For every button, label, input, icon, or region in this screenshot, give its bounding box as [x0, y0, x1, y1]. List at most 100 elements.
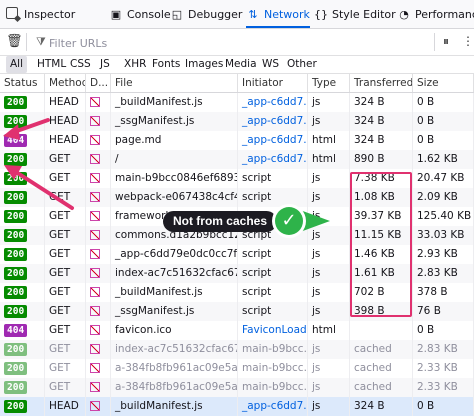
type-filter-fonts[interactable]: Fonts — [152, 56, 180, 73]
filter-bar: 🗑 ⧩ ⏸ ⋮ — [0, 29, 474, 56]
status-badge: 200 — [4, 229, 28, 242]
file-cell: _buildManifest.js — [111, 93, 238, 112]
column-header-5[interactable]: Type — [308, 74, 350, 92]
file-cell: page.md — [111, 131, 238, 150]
type-filter-other[interactable]: Other — [287, 56, 317, 73]
size-cell: 0 B — [413, 321, 474, 340]
devtools-toolbar: Inspector ▣ Console ◱ Debugger ⇅ Network {} Styl… — [0, 0, 474, 29]
domain-cell — [86, 131, 111, 150]
type-filter-all[interactable]: All — [6, 56, 28, 73]
table-row[interactable]: 200 HEAD _buildManifest.js _app-c6dd7... js 3… — [0, 397, 474, 416]
tab-label: Network — [264, 8, 310, 21]
type-filter-media[interactable]: Media — [225, 56, 257, 73]
status-badge: 200 — [4, 400, 28, 413]
insecure-icon — [90, 116, 100, 126]
insecure-icon — [90, 230, 100, 240]
type-cell: js — [308, 93, 350, 112]
insecure-icon — [90, 135, 100, 145]
size-cell: 2.09 KB — [413, 188, 474, 207]
initiator-cell: main-b9bcc... — [238, 359, 308, 378]
method-cell: GET — [45, 302, 86, 321]
pause-icon[interactable]: ⏸ — [443, 34, 449, 49]
initiator-cell: script — [238, 302, 308, 321]
style-editor-icon: {} — [314, 8, 328, 21]
type-filter-css[interactable]: CSS — [70, 56, 91, 73]
file-cell: main-b9bcc0846ef6893045f — [111, 169, 238, 188]
debugger-icon: ◱ — [171, 8, 183, 21]
type-cell: js — [308, 340, 350, 359]
type-filter-html[interactable]: HTML — [37, 56, 66, 73]
tab-inspector[interactable]: Inspector — [24, 0, 75, 28]
performance-icon: ◔ — [399, 8, 409, 21]
tab-label: Inspector — [24, 8, 76, 21]
tab-style-editor[interactable]: {} Style Editor — [314, 0, 396, 28]
insecure-icon — [90, 344, 100, 354]
method-cell: GET — [45, 283, 86, 302]
tab-performance[interactable]: ◔ Performance — [397, 0, 474, 28]
method-cell: HEAD — [45, 397, 86, 416]
status-badge: 200 — [4, 96, 28, 109]
table-row[interactable]: 404 GET favicon.icoFaviconLoad...html 0 B — [0, 321, 474, 340]
tab-network[interactable]: ⇅ Network — [246, 0, 310, 28]
domain-cell — [86, 359, 111, 378]
size-cell: 2.33 KB — [413, 378, 474, 397]
tab-console[interactable]: ▣ Console — [109, 0, 171, 28]
method-cell: GET — [45, 226, 86, 245]
size-cell: 0 B — [413, 397, 474, 416]
table-row[interactable]: 200 GET a-384fb8fb961ac09e5afd.jsmain-b9bc… — [0, 378, 474, 397]
type-filter-xhr[interactable]: XHR — [124, 56, 146, 73]
table-row[interactable]: 200 GET a-384fb8fb961ac09e5afd.jsmain-b9bc… — [0, 359, 474, 378]
domain-cell — [86, 397, 111, 416]
network-icon: ⇅ — [248, 8, 258, 21]
file-cell: _app-c6dd79e0dc0cc7fe9b9 — [111, 245, 238, 264]
transferred-cell: 324 B — [350, 131, 413, 150]
table-header: Status Method D... File Initiator Type Transfe… — [0, 74, 474, 93]
filter-urls-input[interactable] — [47, 32, 421, 54]
insecure-icon — [90, 154, 100, 164]
column-header-2[interactable]: D... — [86, 74, 111, 92]
column-header-4[interactable]: Initiator — [238, 74, 308, 92]
tab-debugger[interactable]: ◱ Debugger — [170, 0, 243, 28]
domain-cell — [86, 93, 111, 112]
column-header-3[interactable]: File — [111, 74, 238, 92]
type-filter-ws[interactable]: WS — [262, 56, 279, 73]
transferred-highlight-box — [350, 172, 412, 317]
file-cell: favicon.ico — [111, 321, 238, 340]
type-cell: js — [308, 302, 350, 321]
column-header-1[interactable]: Method — [45, 74, 86, 92]
table-row[interactable]: 200 GET index-ac7c51632cfac67e57b7main-b9b… — [0, 340, 474, 359]
initiator-cell: _app-c6dd7... — [238, 112, 308, 131]
insecure-icon — [90, 97, 100, 107]
insecure-icon — [90, 325, 100, 335]
initiator-cell: _app-c6dd7... — [238, 131, 308, 150]
initiator-cell: script — [238, 245, 308, 264]
checkmark-icon: ✓ — [272, 204, 306, 238]
insecure-icon — [90, 173, 100, 183]
transferred-cell: 890 B — [350, 150, 413, 169]
file-cell: index-ac7c51632cfac67e57b7 — [111, 340, 238, 359]
type-filter-images[interactable]: Images — [185, 56, 223, 73]
not-from-caches-label: Not from caches — [163, 211, 277, 232]
initiator-cell: main-b9bcc... — [238, 378, 308, 397]
domain-cell — [86, 112, 111, 131]
type-filter-js[interactable]: JS — [100, 56, 110, 73]
size-cell: 0 B — [413, 112, 474, 131]
element-picker-icon[interactable] — [6, 7, 18, 19]
status-badge: 200 — [4, 286, 28, 299]
column-header-6[interactable]: Transferred — [350, 74, 413, 92]
transferred-cell: cached — [350, 378, 413, 397]
more-icon[interactable]: ⋮ — [462, 34, 474, 48]
file-cell: a-384fb8fb961ac09e5afd.js — [111, 359, 238, 378]
size-cell: 2.93 KB — [413, 245, 474, 264]
domain-cell — [86, 207, 111, 226]
trash-icon[interactable]: 🗑 — [6, 34, 23, 49]
status-badge: 200 — [4, 267, 28, 280]
status-badge: 200 — [4, 381, 28, 394]
column-header-7[interactable]: Size — [413, 74, 474, 92]
status-badge: 404 — [4, 324, 28, 337]
transferred-cell: cached — [350, 340, 413, 359]
insecure-icon — [90, 363, 100, 373]
transferred-cell — [350, 321, 413, 340]
column-header-0[interactable]: Status — [0, 74, 45, 92]
size-cell: 76 B — [413, 302, 474, 321]
